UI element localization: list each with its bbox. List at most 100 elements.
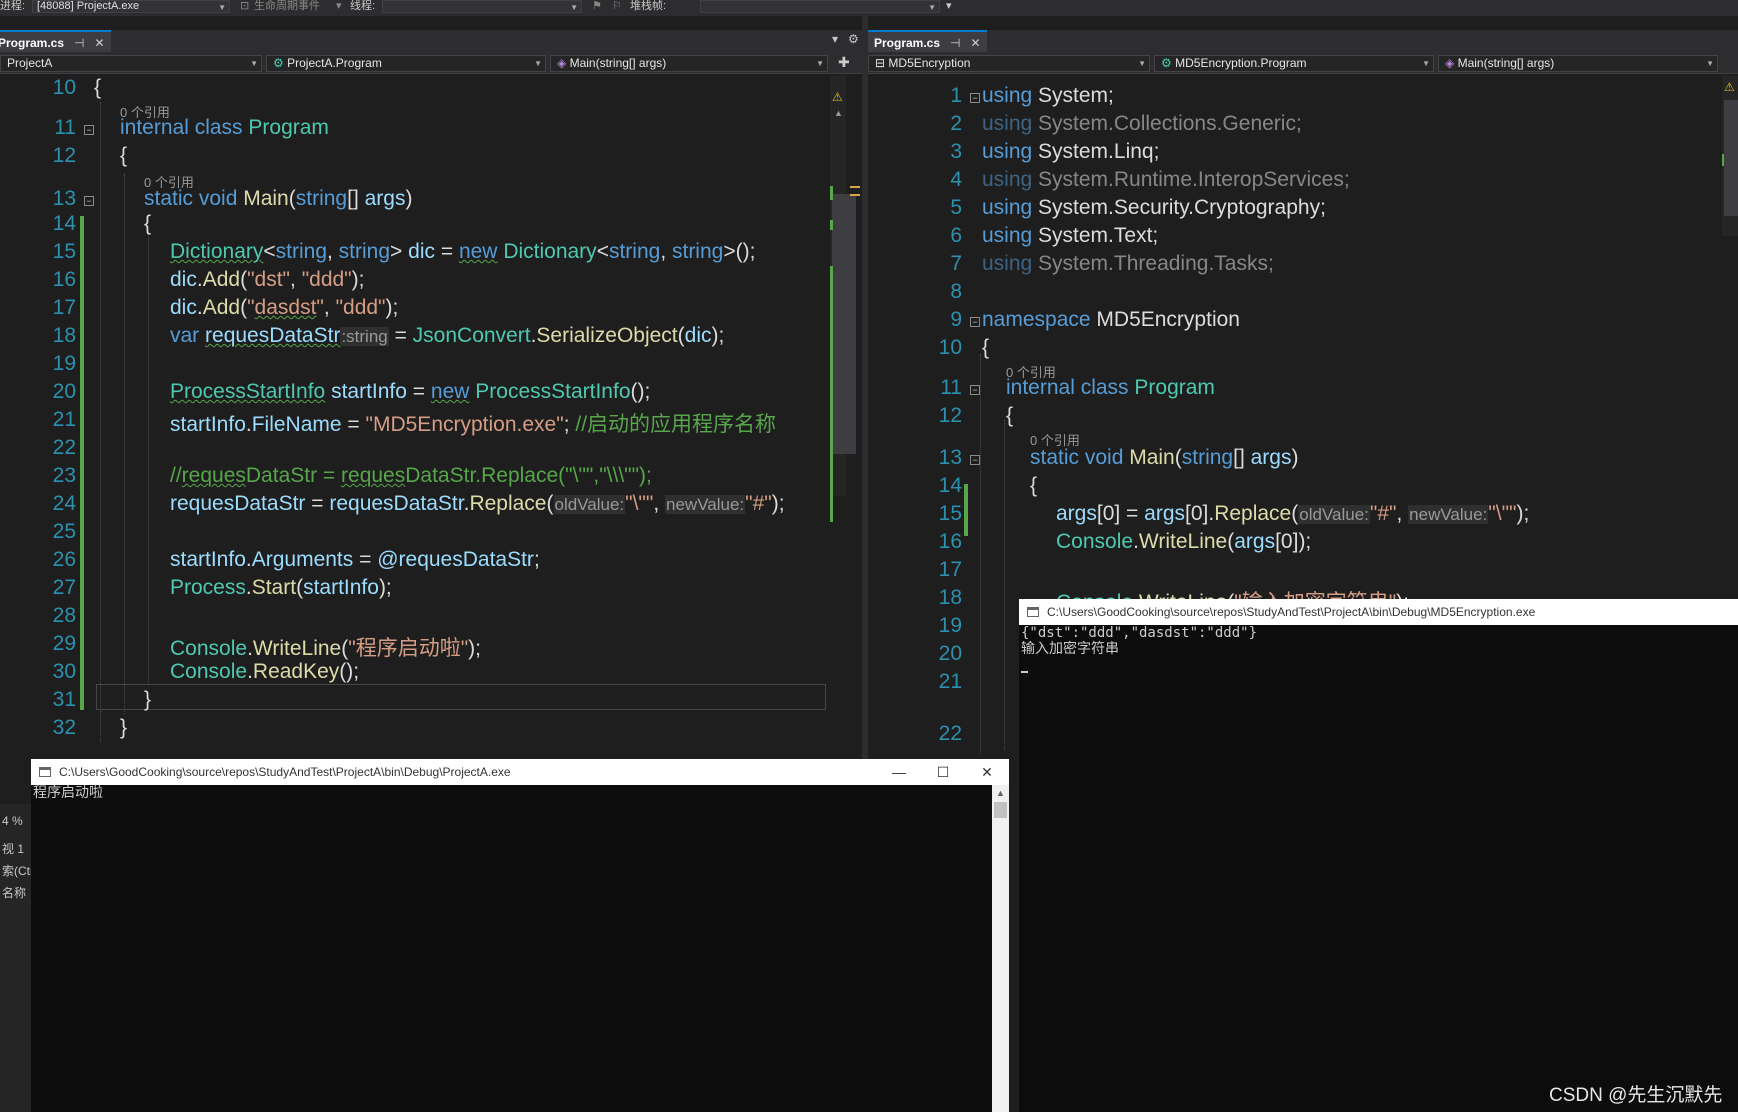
console-line: 程序启动啦 xyxy=(33,785,103,801)
fold-toggle-icon[interactable]: − xyxy=(970,455,980,465)
console-scrollbar[interactable]: ▲ xyxy=(992,785,1009,1112)
scroll-up-icon[interactable]: ▲ xyxy=(992,785,1009,802)
nav-class: ProjectA.Program xyxy=(287,56,382,70)
fold-toggle-icon[interactable]: − xyxy=(970,93,980,103)
indent-guide xyxy=(980,354,981,754)
vertical-scrollbar[interactable]: ⚠ xyxy=(1722,76,1738,236)
line-number: 17 xyxy=(52,296,76,319)
warning-icon: ⚠ xyxy=(1724,80,1735,94)
class-dropdown[interactable]: ⚙ MD5Encryption.Program ▼ xyxy=(1154,55,1434,72)
console-title-bar[interactable]: C:\Users\GoodCooking\source\repos\StudyA… xyxy=(1019,599,1738,625)
nav-member: Main(string[] args) xyxy=(1457,56,1555,70)
flag-icon[interactable]: ⚑ xyxy=(592,0,602,16)
code-line: { xyxy=(982,336,990,359)
watermark: CSDN @先生沉默先 xyxy=(1549,1085,1723,1106)
line-number: 25 xyxy=(52,520,76,543)
method-icon: ◈ xyxy=(1445,56,1455,70)
chevron-down-icon: ▼ xyxy=(218,3,226,12)
console-output[interactable]: {"dst":"ddd","dasdst":"ddd"} 输入加密字符串 xyxy=(1019,625,1738,1112)
scrollbar-thumb[interactable] xyxy=(1724,100,1738,216)
line-number: 26 xyxy=(52,548,76,571)
class-dropdown[interactable]: ⚙ ProjectA.Program ▼ xyxy=(266,55,546,72)
member-dropdown[interactable]: ◈ Main(string[] args) ▼ xyxy=(1438,55,1718,72)
console-window-md5encryption[interactable]: C:\Users\GoodCooking\source\repos\StudyA… xyxy=(1019,599,1738,1112)
line-number: 8 xyxy=(950,280,962,303)
line-number: 21 xyxy=(938,670,962,693)
fold-toggle-icon[interactable]: − xyxy=(84,125,94,135)
code-line: static void Main(string[] args) xyxy=(1030,446,1299,469)
indent-guide xyxy=(100,102,101,742)
line-number: 18 xyxy=(938,586,962,609)
tab-list-dropdown-icon[interactable]: ▾ xyxy=(832,32,838,46)
split-add-icon[interactable]: ✚ xyxy=(838,54,850,71)
stackframe-dropdown[interactable]: ▼ xyxy=(700,0,940,13)
tab-program-cs-left[interactable]: Program.cs ⊣ ✕ xyxy=(0,30,111,52)
chevron-down-icon: ▼ xyxy=(1138,59,1146,68)
code-line: } xyxy=(120,716,128,739)
class-icon: ⚙ xyxy=(1161,56,1172,70)
scroll-up-icon[interactable]: ▲ xyxy=(834,108,843,118)
thread-dropdown[interactable]: ▼ xyxy=(382,0,582,13)
code-line: args[0] = args[0].Replace(oldValue:"#", … xyxy=(1056,502,1530,525)
console-scrollbar-thumb[interactable] xyxy=(994,802,1007,818)
project-icon: ⊟ xyxy=(875,56,886,70)
pin-icon[interactable]: ⊣ xyxy=(74,36,84,50)
fold-toggle-icon[interactable]: − xyxy=(970,385,980,395)
current-line-highlight xyxy=(96,684,826,710)
code-line: using System.Linq; xyxy=(982,140,1160,163)
minimize-icon[interactable]: — xyxy=(877,759,921,785)
pin-icon[interactable]: ⊣ xyxy=(950,36,960,50)
change-marker xyxy=(830,186,833,200)
project-dropdown[interactable]: ⊟ MD5Encryption ▼ xyxy=(868,55,1150,72)
line-number: 23 xyxy=(52,464,76,487)
lifecycle-icon[interactable]: ⊡ xyxy=(240,0,249,16)
code-line: using System; xyxy=(982,84,1114,107)
zoom-level[interactable]: 4 % xyxy=(2,814,23,828)
code-line: Dictionary<string, string> dic = new Dic… xyxy=(170,240,756,263)
line-number: 6 xyxy=(950,224,962,247)
code-line: dic.Add("dasdst", "ddd"); xyxy=(170,296,399,319)
close-icon[interactable]: ✕ xyxy=(965,759,1009,785)
toolbar-overflow-icon[interactable]: ▾ xyxy=(946,0,952,16)
console-output[interactable]: 程序启动啦 xyxy=(31,785,992,1112)
side-panel-label: 视 1 xyxy=(2,842,25,856)
code-line: dic.Add("dst", "ddd"); xyxy=(170,268,365,291)
change-marker xyxy=(830,266,833,522)
process-dropdown[interactable]: [48088] ProjectA.exe ▼ xyxy=(32,0,230,13)
warning-icon: ⚠ xyxy=(832,90,843,104)
close-icon[interactable]: ✕ xyxy=(94,36,104,50)
chevron-down-icon: ▼ xyxy=(534,59,542,68)
fold-toggle-icon[interactable]: − xyxy=(84,196,94,206)
code-line: static void Main(string[] args) xyxy=(144,187,413,210)
project-dropdown[interactable]: ProjectA ▼ xyxy=(0,55,262,72)
fold-toggle-icon[interactable]: − xyxy=(970,317,980,327)
console-title-bar[interactable]: C:\Users\GoodCooking\source\repos\StudyA… xyxy=(31,759,1009,785)
scrollbar-thumb[interactable] xyxy=(832,194,856,454)
line-number: 7 xyxy=(950,252,962,275)
line-number: 16 xyxy=(52,268,76,291)
lifecycle-events-label[interactable]: 生命周期事件 xyxy=(254,0,320,16)
vertical-scrollbar[interactable]: ⚠ ▲ xyxy=(830,76,860,522)
console-window-projecta[interactable]: C:\Users\GoodCooking\source\repos\StudyA… xyxy=(31,759,1009,1112)
settings-gear-icon[interactable]: ⚙ xyxy=(848,32,859,46)
indent-guide xyxy=(124,174,125,714)
line-number: 30 xyxy=(52,660,76,683)
close-icon[interactable]: ✕ xyxy=(970,36,980,50)
tab-program-cs-right[interactable]: Program.cs ⊣ ✕ xyxy=(868,30,987,52)
line-number: 31 xyxy=(52,688,76,711)
line-number: 19 xyxy=(938,614,962,637)
chevron-down-icon: ▼ xyxy=(1706,59,1714,68)
line-number: 11 xyxy=(940,376,962,399)
tab-title: Program.cs xyxy=(874,36,941,50)
line-number: 5 xyxy=(950,196,962,219)
member-dropdown[interactable]: ◈ Main(string[] args) ▼ xyxy=(550,55,828,72)
line-number: 13 xyxy=(52,187,76,210)
line-number: 29 xyxy=(52,632,76,655)
console-line: {"dst":"ddd","dasdst":"ddd"} xyxy=(1021,625,1258,641)
code-line: { xyxy=(94,76,102,99)
line-number: 9 xyxy=(950,308,962,331)
line-number: 15 xyxy=(52,240,76,263)
flag-thread-icon[interactable]: ⚐ xyxy=(612,0,622,16)
dropdown-arrow-icon[interactable]: ▾ xyxy=(336,0,342,16)
maximize-icon[interactable]: ☐ xyxy=(921,759,965,785)
